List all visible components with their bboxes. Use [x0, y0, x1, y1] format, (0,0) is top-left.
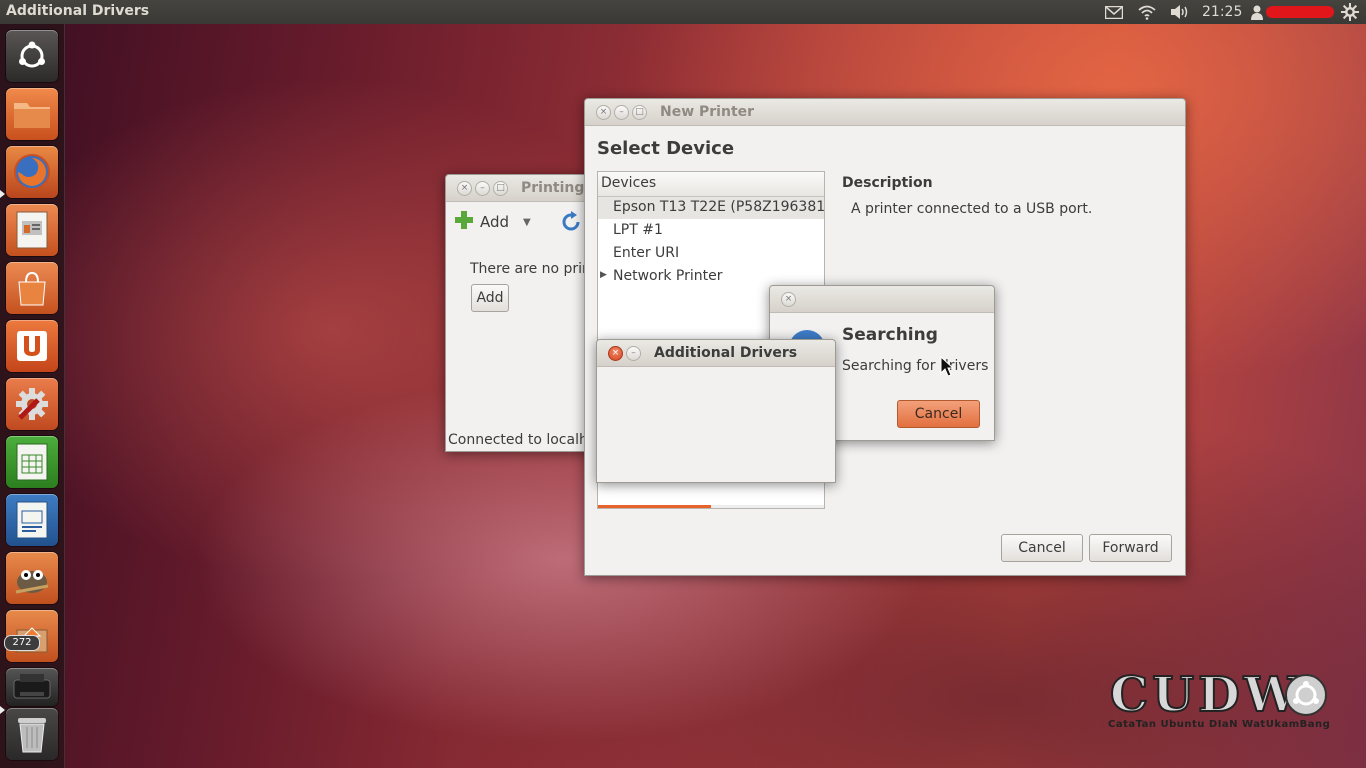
running-indicator	[0, 190, 5, 198]
list-item[interactable]: LPT #1	[598, 220, 824, 242]
gear-icon[interactable]	[1340, 2, 1360, 22]
progress-track	[598, 505, 824, 508]
new-printer-titlebar[interactable]: × – □ New Printer	[585, 99, 1185, 126]
cancel-button[interactable]: Cancel	[1001, 534, 1083, 562]
calc-icon[interactable]	[6, 436, 58, 488]
watermark-logo: CUDW CataTan Ubuntu DIaN WatUkamBang	[1106, 665, 1336, 735]
mouse-cursor-icon	[940, 355, 955, 382]
device-label: Epson T13 T22E (P58Z196381%2	[613, 199, 824, 215]
active-app-title: Additional Drivers	[6, 3, 150, 19]
dropdown-arrow-icon[interactable]: ▼	[523, 217, 531, 228]
additional-drivers-window: × – Additional Drivers	[596, 339, 836, 483]
description-text: A printer connected to a USB port.	[851, 201, 1093, 217]
wifi-icon[interactable]	[1136, 2, 1158, 22]
trash-icon[interactable]	[6, 708, 58, 760]
list-item[interactable]: Epson T13 T22E (P58Z196381%2	[598, 197, 824, 219]
additional-drivers-titlebar[interactable]: × – Additional Drivers	[597, 340, 835, 367]
ubuntu-one-icon[interactable]	[6, 320, 58, 372]
device-label: Enter URI	[613, 245, 680, 261]
system-settings-icon[interactable]	[6, 378, 58, 430]
status-text: Connected to localho	[448, 432, 597, 448]
close-icon[interactable]: ×	[596, 105, 611, 120]
minimize-icon[interactable]: –	[626, 346, 641, 361]
dash-home-icon[interactable]	[6, 30, 58, 82]
writer-icon[interactable]	[6, 494, 58, 546]
gimp-icon[interactable]	[6, 552, 58, 604]
minimize-icon[interactable]: –	[614, 105, 629, 120]
maximize-icon[interactable]: □	[632, 105, 647, 120]
add-button[interactable]: Add	[471, 284, 509, 312]
refresh-icon[interactable]	[560, 211, 582, 237]
expander-triangle-icon[interactable]: ▶	[600, 270, 607, 280]
devices-header-label: Devices	[601, 175, 657, 191]
empty-message: There are no prin	[470, 261, 591, 277]
volume-icon[interactable]	[1169, 2, 1191, 22]
impress-icon[interactable]	[6, 204, 58, 256]
printing-window: × – □ Printing - Add ▼ There are no prin…	[445, 174, 607, 452]
user-icon[interactable]	[1250, 2, 1264, 22]
firefox-icon[interactable]	[6, 146, 58, 198]
page-title: Select Device	[597, 138, 735, 159]
mail-icon[interactable]	[1104, 2, 1124, 22]
printer-icon[interactable]	[6, 668, 58, 706]
svg-text:CataTan Ubuntu DIaN WatUkamBan: CataTan Ubuntu DIaN WatUkamBang	[1108, 719, 1330, 730]
launcher: 272	[0, 24, 65, 768]
dialog-message: Searching for drivers	[842, 358, 989, 374]
printing-titlebar[interactable]: × – □ Printing -	[446, 175, 606, 202]
clock[interactable]: 21:25	[1202, 4, 1242, 20]
add-printer-toolbar-button[interactable]: Add ▼	[454, 211, 531, 233]
close-icon[interactable]: ×	[457, 181, 472, 196]
top-panel: Additional Drivers 21:25	[0, 0, 1366, 24]
devices-column-header[interactable]: Devices	[598, 172, 824, 197]
description-label: Description	[842, 175, 933, 191]
device-label: Network Printer	[613, 268, 723, 284]
files-folder-icon[interactable]	[6, 88, 58, 140]
window-title: New Printer	[660, 104, 755, 120]
cancel-button[interactable]: Cancel	[897, 400, 980, 428]
software-center-icon[interactable]	[6, 262, 58, 314]
device-label: LPT #1	[613, 222, 663, 238]
update-count-badge: 272	[4, 635, 40, 651]
window-title: Additional Drivers	[654, 345, 798, 361]
running-indicator	[0, 706, 5, 714]
minimize-icon[interactable]: –	[475, 181, 490, 196]
list-item[interactable]: Enter URI	[598, 243, 824, 265]
forward-button[interactable]: Forward	[1089, 534, 1172, 562]
searching-titlebar[interactable]: ×	[770, 286, 994, 313]
dialog-heading: Searching	[842, 325, 938, 345]
maximize-icon[interactable]: □	[493, 181, 508, 196]
close-icon[interactable]: ×	[608, 346, 623, 361]
progress-fill	[598, 505, 711, 508]
add-label: Add	[480, 213, 510, 231]
redacted-username	[1266, 6, 1334, 18]
svg-text:CUDW: CUDW	[1110, 667, 1302, 723]
close-icon[interactable]: ×	[781, 292, 796, 307]
plus-icon	[454, 210, 474, 234]
